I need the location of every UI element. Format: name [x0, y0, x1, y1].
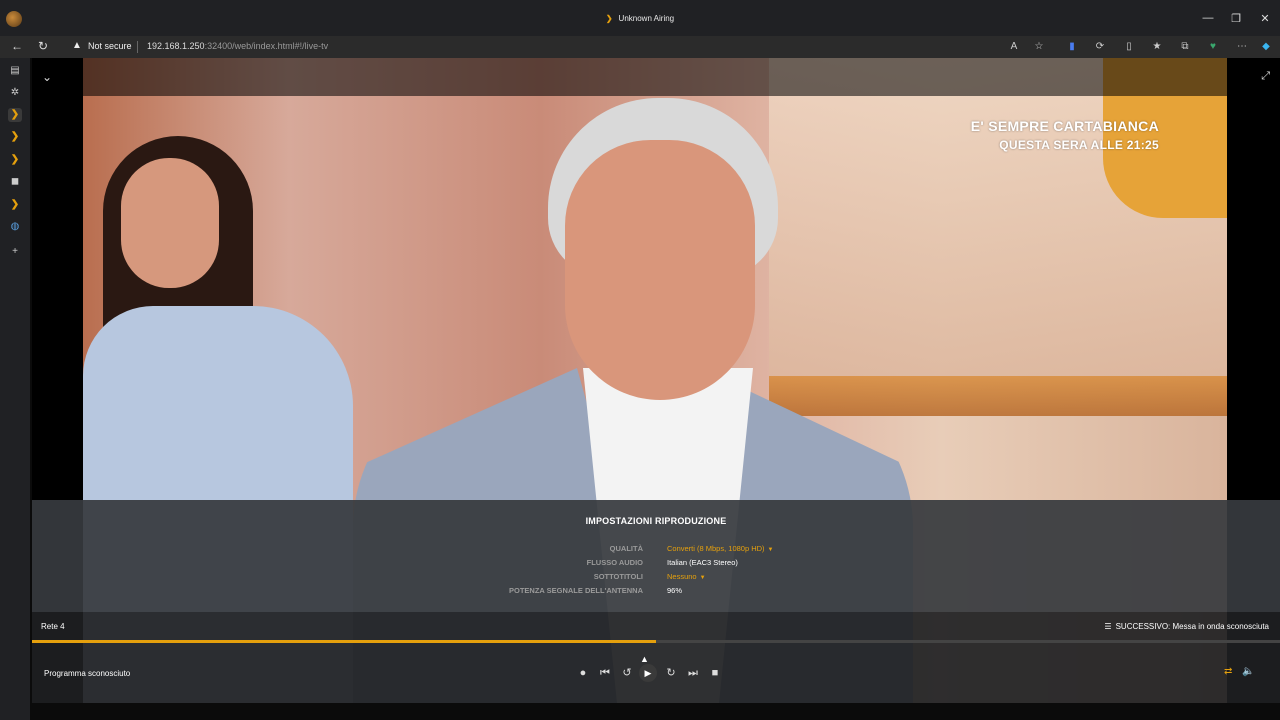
- setting-label: FLUSSO AUDIO: [586, 558, 643, 567]
- url-host: 192.168.1.250: [147, 41, 205, 51]
- extensions-icon[interactable]: ⟳: [1093, 40, 1107, 54]
- player-controls: Rete 4 ☰ SUCCESSIVO: Messa in onda sconos…: [32, 612, 1280, 703]
- setting-row-audio: FLUSSO AUDIO Italian (EAC3 Stereo): [32, 558, 1280, 572]
- favorite-star-icon[interactable]: ☆: [1032, 40, 1046, 54]
- warning-icon[interactable]: ▲: [72, 40, 82, 51]
- sidebar-tab-plex-active[interactable]: ❯: [8, 108, 22, 122]
- progress-bar[interactable]: [32, 640, 1280, 643]
- sidebar-tab-plex-3[interactable]: ❯: [8, 153, 22, 167]
- next-value: Messa in onda sconosciuta: [1172, 622, 1270, 631]
- next-label: SUCCESSIVO:: [1115, 622, 1171, 631]
- sidebar-tab-globe-icon[interactable]: ◍: [8, 220, 22, 234]
- broadcast-line2: QUESTA SERA ALLE 21:25: [999, 138, 1159, 152]
- sidebar-tab-chat-icon[interactable]: ◼: [8, 175, 22, 189]
- broadcast-overlay-text: E' SEMPRE CARTABIANCA QUESTA SERA ALLE 2…: [971, 118, 1159, 152]
- divider: [137, 41, 138, 53]
- quality-dropdown[interactable]: Converti (8 Mbps, 1080p HD) ▼: [667, 544, 774, 553]
- next-airing-info: ☰ SUCCESSIVO: Messa in onda sconosciuta: [1104, 622, 1269, 631]
- audio-stream-value[interactable]: Italian (EAC3 Stereo): [667, 558, 738, 567]
- previous-icon[interactable]: ⏮: [596, 665, 614, 681]
- split-screen-icon[interactable]: ▯: [1122, 40, 1136, 54]
- dropdown-caret-icon: ▼: [767, 547, 774, 553]
- sidebar-tab-plex-2[interactable]: ❯: [8, 130, 22, 144]
- record-icon[interactable]: ●: [574, 665, 592, 681]
- player-top-bar: ⌄ ⤢: [32, 58, 1280, 96]
- browser-essentials-icon[interactable]: ♥: [1206, 40, 1220, 54]
- signal-strength-value: 96%: [667, 586, 683, 595]
- stop-icon[interactable]: ■: [706, 665, 724, 681]
- minimize-icon[interactable]: —: [1194, 12, 1222, 24]
- fullscreen-icon[interactable]: ⤢: [1261, 70, 1270, 83]
- url-path: :32400/web/index.html#!/live-tv: [204, 41, 329, 51]
- address-bar: ← ↻ ▲ Not secure 192.168.1.250:32400/web…: [0, 36, 1280, 58]
- sidebar-tab-plex-4[interactable]: ❯: [8, 198, 22, 212]
- tab-actions-icon[interactable]: ▤: [8, 64, 22, 78]
- mute-icon[interactable]: 🔈: [1242, 666, 1254, 677]
- title-bar: ❯ Unknown Airing — ❐ ✕: [0, 0, 1280, 36]
- quality-value: Converti (8 Mbps, 1080p HD): [667, 544, 765, 553]
- subtitles-dropdown[interactable]: Nessuno ▼: [667, 572, 706, 581]
- setting-row-quality: QUALITÀ Converti (8 Mbps, 1080p HD) ▼: [32, 544, 1280, 558]
- bitwarden-icon[interactable]: ▮: [1065, 40, 1079, 54]
- url-field[interactable]: 192.168.1.250:32400/web/index.html#!/liv…: [147, 41, 328, 51]
- rewind-10-icon[interactable]: ↺: [618, 665, 636, 681]
- workspaces-icon[interactable]: ✲: [8, 86, 22, 100]
- read-aloud-icon[interactable]: A: [1007, 40, 1021, 54]
- progress-fill: [32, 640, 656, 643]
- forward-30-icon[interactable]: ↻: [662, 665, 680, 681]
- playback-settings-panel: IMPOSTAZIONI RIPRODUZIONE QUALITÀ Conver…: [32, 500, 1280, 612]
- window-title-text: Unknown Airing: [618, 14, 675, 23]
- back-icon[interactable]: ←: [11, 39, 23, 53]
- setting-label: POTENZA SEGNALE DELL'ANTENNA: [508, 586, 643, 595]
- collections-icon[interactable]: ⧉: [1178, 40, 1192, 54]
- close-icon[interactable]: ✕: [1251, 12, 1279, 25]
- mouse-cursor-icon: ▲: [640, 654, 649, 664]
- setting-label: QUALITÀ: [609, 544, 643, 553]
- more-icon[interactable]: ⋯: [1235, 40, 1249, 54]
- copilot-icon[interactable]: ◆: [1259, 40, 1273, 54]
- dropdown-caret-icon: ▼: [699, 575, 706, 581]
- broadcast-line1: E' SEMPRE CARTABIANCA: [970, 118, 1159, 134]
- browser-sidebar: ▤ ✲ ❯ ❯ ❯ ◼ ❯ ◍ +: [0, 58, 30, 720]
- new-tab-plus-icon[interactable]: +: [8, 245, 22, 259]
- list-icon: ☰: [1104, 622, 1112, 631]
- favorites-icon[interactable]: ★: [1150, 40, 1164, 54]
- reload-icon[interactable]: ↻: [38, 39, 48, 53]
- subtitles-value: Nessuno: [667, 572, 697, 581]
- program-title: Programma sconosciuto: [44, 669, 131, 678]
- restore-icon[interactable]: ❐: [1222, 12, 1250, 25]
- plex-icon: ❯: [605, 14, 613, 23]
- channel-name: Rete 4: [41, 622, 65, 631]
- play-button[interactable]: ▶: [639, 664, 657, 682]
- settings-heading: IMPOSTAZIONI RIPRODUZIONE: [585, 516, 727, 526]
- collapse-chevron-icon[interactable]: ⌄: [42, 70, 52, 84]
- settings-sliders-icon[interactable]: ⇄: [1224, 666, 1232, 677]
- window-title: ❯ Unknown Airing: [0, 14, 1280, 23]
- next-icon[interactable]: ⏭: [684, 665, 702, 681]
- video-player[interactable]: E' SEMPRE CARTABIANCA QUESTA SERA ALLE 2…: [32, 58, 1280, 703]
- setting-label: SOTTOTITOLI: [593, 572, 643, 581]
- security-label[interactable]: Not secure: [88, 41, 132, 51]
- setting-row-subtitles: SOTTOTITOLI Nessuno ▼: [32, 572, 1280, 586]
- setting-row-signal: POTENZA SEGNALE DELL'ANTENNA 96%: [32, 586, 1280, 600]
